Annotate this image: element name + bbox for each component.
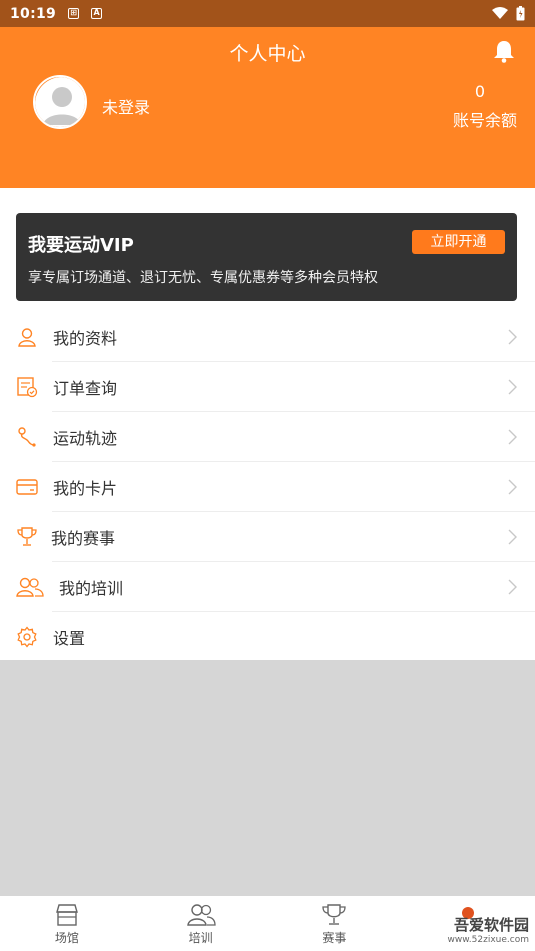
store-icon xyxy=(55,904,78,926)
menu-label: 订单查询 xyxy=(53,379,118,398)
chevron-right-icon xyxy=(508,479,517,495)
menu-label: 我的赛事 xyxy=(51,529,116,548)
login-status[interactable]: 未登录 xyxy=(102,94,150,118)
tab-venues[interactable]: 场馆 xyxy=(0,896,134,951)
status-time: 10:19 xyxy=(10,5,57,22)
users-icon xyxy=(186,904,216,926)
vip-open-button[interactable]: 立即开通 xyxy=(412,230,505,254)
tab-label: 场馆 xyxy=(54,931,79,945)
app-a-icon: A xyxy=(91,8,103,19)
track-icon xyxy=(15,425,39,449)
card-icon xyxy=(15,475,39,499)
wifi-icon xyxy=(492,7,508,19)
vip-description: 享专属订场通道、退订无忧、专属优惠券等多种会员特权 xyxy=(28,270,378,286)
settings-icon xyxy=(15,625,39,649)
menu-item-cards[interactable]: 我的卡片 xyxy=(0,462,535,512)
menu-list: 我的资料 订单查询 运动轨迹 我的卡片 我的赛事 我的培训 设置 xyxy=(0,312,535,662)
balance-label: 账号余额 xyxy=(452,111,517,130)
trophy-icon xyxy=(322,904,347,925)
users-icon xyxy=(15,575,45,599)
chevron-right-icon xyxy=(508,579,517,595)
menu-item-track[interactable]: 运动轨迹 xyxy=(0,412,535,462)
tab-training[interactable]: 培训 xyxy=(134,896,268,951)
bell-icon[interactable] xyxy=(493,39,515,63)
balance-block[interactable]: 0 账号余额 xyxy=(453,82,517,131)
balance-amount: 0 xyxy=(474,82,485,101)
chevron-right-icon xyxy=(508,329,517,345)
watermark-text: 吾爱软件园 xyxy=(453,916,529,934)
menu-label: 我的卡片 xyxy=(53,479,118,498)
watermark-url: www.52zixue.com xyxy=(447,935,529,945)
battery-icon xyxy=(516,6,525,21)
vip-title: 我要运动VIP xyxy=(28,235,134,256)
menu-item-training[interactable]: 我的培训 xyxy=(0,562,535,612)
menu-item-events[interactable]: 我的赛事 xyxy=(0,512,535,562)
page-title: 个人中心 xyxy=(229,43,306,65)
menu-label: 运动轨迹 xyxy=(53,429,118,448)
tab-label: 赛事 xyxy=(322,931,347,945)
menu-item-settings[interactable]: 设置 xyxy=(0,612,535,662)
order-icon xyxy=(15,375,39,399)
trophy-icon xyxy=(15,525,39,549)
chevron-right-icon xyxy=(508,529,517,545)
menu-label: 我的培训 xyxy=(59,579,124,598)
menu-item-profile[interactable]: 我的资料 xyxy=(0,312,535,362)
tab-events[interactable]: 赛事 xyxy=(268,896,402,951)
tab-label: 培训 xyxy=(188,931,213,945)
chevron-right-icon xyxy=(508,429,517,445)
chevron-right-icon xyxy=(508,379,517,395)
avatar[interactable] xyxy=(33,75,87,129)
user-icon xyxy=(15,325,39,349)
vip-card[interactable]: 我要运动VIP 立即开通 享专属订场通道、退订无忧、专属优惠券等多种会员特权 xyxy=(16,213,517,301)
menu-label: 设置 xyxy=(53,629,86,648)
notification-icon: ⊞ xyxy=(68,8,80,19)
menu-label: 我的资料 xyxy=(53,329,118,348)
menu-item-orders[interactable]: 订单查询 xyxy=(0,362,535,412)
watermark: 吾爱软件园 www.52zixue.com xyxy=(448,914,529,945)
status-bar: 10:19 ⊞ A xyxy=(0,0,535,27)
